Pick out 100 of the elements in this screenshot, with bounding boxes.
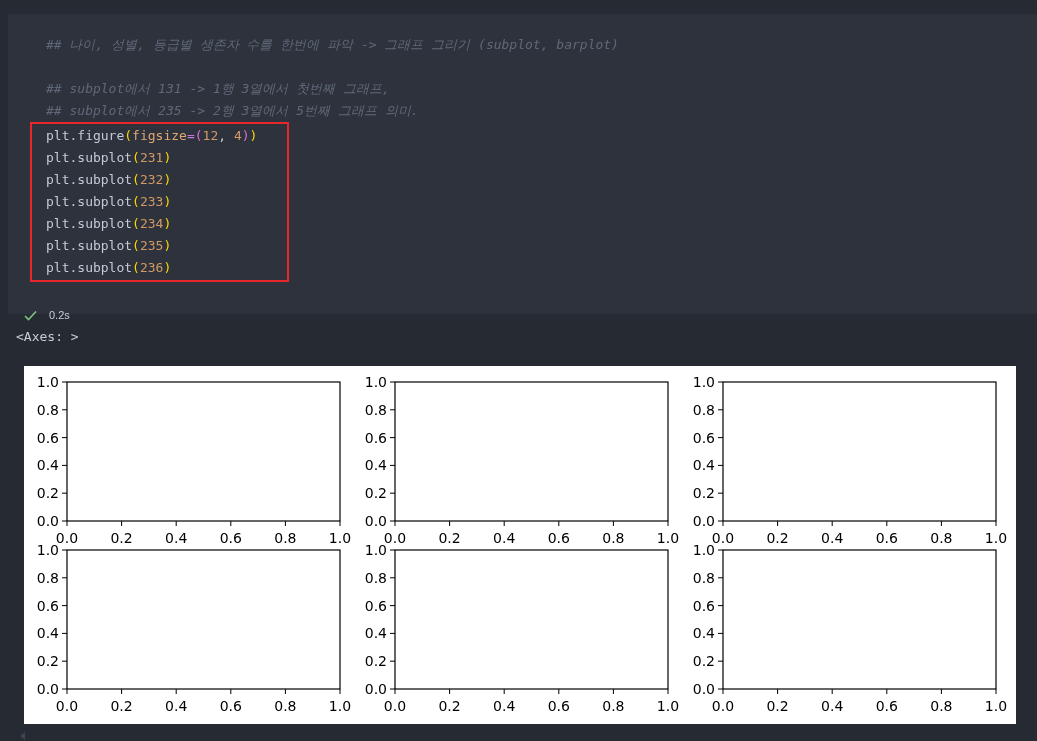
y-tick-label: 0.2 [692,653,715,670]
x-tick-label: 0.2 [438,698,461,714]
x-tick-label: 0.2 [766,698,789,714]
x-tick: 0.8 [930,688,953,714]
y-tick: 0.6 [36,429,68,446]
code-line: plt.subplot(233) [46,194,172,209]
x-tick-label: 1.0 [984,698,1008,714]
y-tick-label: 0.8 [692,401,715,418]
x-tick-label: 0.0 [711,698,735,714]
x-tick: 0.8 [274,688,297,714]
x-tick: 0.6 [547,520,570,546]
x-tick-label: 0.8 [274,530,297,546]
x-tick: 0.6 [219,688,242,714]
x-tick: 0.4 [493,520,516,546]
x-tick-label: 0.4 [821,530,844,546]
y-tick-label: 0.2 [364,653,387,670]
y-tick-label: 0.4 [364,457,388,474]
y-tick: 0.8 [692,401,724,418]
x-tick-label: 1.0 [328,530,352,546]
x-tick: 0.6 [875,520,898,546]
code-line: plt.subplot(232) [46,172,172,187]
x-tick-label: 0.2 [438,530,461,546]
y-tick: 0.8 [692,569,724,586]
y-tick-label: 0.4 [692,625,716,642]
x-tick-label: 1.0 [328,698,352,714]
y-tick: 0.2 [692,485,724,502]
x-tick-label: 0.8 [602,698,625,714]
y-tick: 0.2 [36,485,68,502]
y-tick: 1.0 [364,374,396,390]
code-comment: ## 나이, 성별, 등급별 생존자 수를 한번에 파악 -> 그래프 그리기 (subplot, barplot) [46,37,619,52]
x-tick: 1.0 [656,520,680,546]
code-line: plt.figure(figsize=(12, 4)) [46,128,258,143]
y-tick: 1.0 [36,374,68,390]
x-tick-label: 0.2 [110,530,133,546]
x-tick: 1.0 [656,688,680,714]
x-tick: 0.4 [821,520,844,546]
y-tick-label: 0.8 [36,569,59,586]
y-tick-label: 0.4 [36,625,60,642]
y-tick: 0.2 [36,653,68,670]
x-tick-label: 0.6 [547,530,571,546]
scroll-left-icon[interactable] [20,732,25,740]
y-tick: 0.8 [364,401,396,418]
y-tick: 0.6 [364,429,396,446]
y-tick-label: 0.8 [364,401,387,418]
x-tick: 0.6 [219,520,242,546]
output-text: <Axes: > [16,329,79,344]
y-tick: 0.4 [692,625,724,642]
x-tick-label: 0.4 [493,530,516,546]
x-tick-label: 0.8 [274,698,297,714]
x-tick: 0.4 [821,688,844,714]
x-tick-label: 0.6 [875,698,899,714]
y-tick: 0.6 [692,597,724,614]
y-tick-label: 0.6 [692,597,716,614]
x-tick-label: 1.0 [656,698,680,714]
x-tick-label: 0.0 [55,698,79,714]
x-tick: 0.2 [766,688,789,714]
x-tick-label: 1.0 [984,530,1008,546]
x-tick: 1.0 [328,520,352,546]
x-tick: 0.8 [602,688,625,714]
x-tick: 0.4 [165,520,188,546]
y-tick: 1.0 [692,374,724,390]
code-line: plt.subplot(231) [46,150,172,165]
y-tick: 0.4 [36,457,68,474]
code-comment: ## subplot에서 235 -> 2행 3열에서 5번째 그래프 의미. [46,103,419,118]
x-tick: 0.2 [438,688,461,714]
y-tick-label: 0.2 [36,485,59,502]
y-tick-label: 1.0 [364,374,387,390]
y-tick: 0.2 [364,485,396,502]
y-tick: 0.2 [364,653,396,670]
x-tick: 0.8 [602,520,625,546]
x-tick: 0.4 [165,688,188,714]
y-tick-label: 0.2 [36,653,59,670]
code-line: plt.subplot(235) [46,238,172,253]
y-tick: 0.6 [364,597,396,614]
y-tick-label: 0.4 [36,457,60,474]
y-tick-label: 0.8 [36,401,59,418]
x-tick: 1.0 [984,520,1008,546]
x-tick: 0.6 [875,688,898,714]
x-tick-label: 0.2 [110,698,133,714]
x-tick-label: 0.8 [930,698,953,714]
x-tick-label: 0.4 [165,698,188,714]
y-tick: 0.2 [692,653,724,670]
y-tick: 0.4 [364,457,396,474]
x-tick: 0.8 [930,520,953,546]
x-tick-label: 0.6 [219,698,243,714]
y-tick-label: 1.0 [36,374,59,390]
y-tick-label: 0.2 [692,485,715,502]
y-tick: 0.8 [364,569,396,586]
y-tick-label: 0.6 [692,429,716,446]
code-line: plt.subplot(236) [46,260,172,275]
y-tick: 0.8 [36,569,68,586]
x-tick-label: 0.2 [766,530,789,546]
x-tick: 0.2 [110,688,133,714]
x-tick: 1.0 [328,688,352,714]
code-line: plt.subplot(234) [46,216,172,231]
y-tick-label: 0.6 [36,597,60,614]
x-tick-label: 0.4 [821,698,844,714]
x-tick: 0.2 [766,520,789,546]
y-tick: 0.4 [364,625,396,642]
x-tick-label: 0.8 [602,530,625,546]
